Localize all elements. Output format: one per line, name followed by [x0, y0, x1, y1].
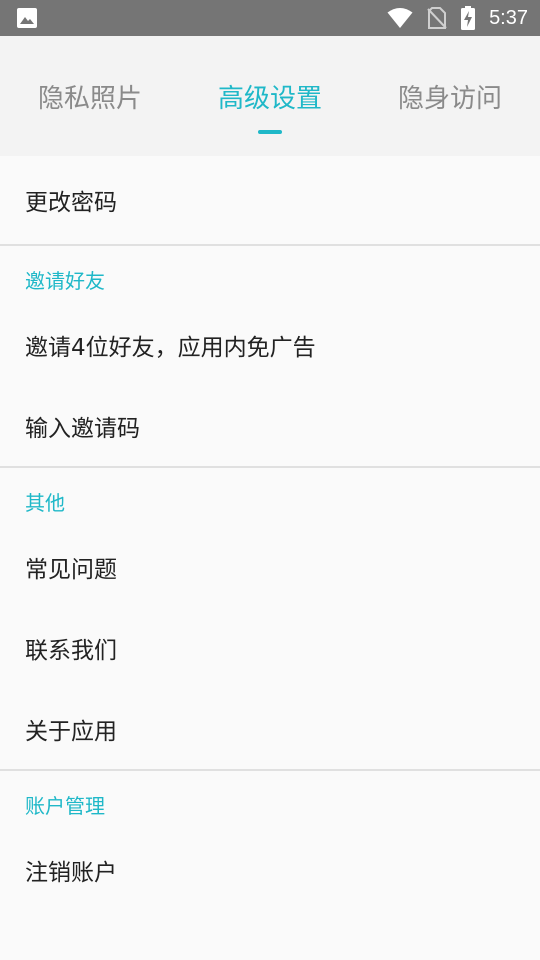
change-password-item[interactable]: 更改密码 — [0, 156, 540, 244]
item-label: 更改密码 — [25, 190, 117, 216]
contact-us-item[interactable]: 联系我们 — [0, 607, 540, 688]
item-label: 输入邀请码 — [25, 415, 140, 442]
item-label: 邀请4位好友，应用内免广告 — [25, 334, 316, 361]
item-label: 联系我们 — [25, 637, 117, 664]
status-time: 5:37 — [489, 6, 528, 29]
section-header-invite: 邀请好友 — [25, 269, 105, 293]
tab-stealth-access[interactable]: 隐身访问 — [360, 36, 540, 156]
wifi-icon — [387, 7, 413, 29]
invite-friends-item[interactable]: 邀请4位好友，应用内免广告 — [0, 304, 540, 385]
tab-label: 高级设置 — [217, 83, 322, 114]
tab-label: 隐身访问 — [397, 83, 502, 114]
image-icon — [16, 7, 38, 29]
section-header-account: 账户管理 — [25, 794, 105, 818]
tab-bar: 隐私照片 高级设置 隐身访问 — [0, 36, 540, 156]
no-sim-icon — [427, 7, 447, 29]
settings-list: 更改密码 邀请好友 邀请4位好友，应用内免广告 输入邀请码 其他 常见问题 联系… — [0, 156, 540, 910]
battery-charging-icon — [461, 6, 476, 30]
tab-advanced-settings[interactable]: 高级设置 — [180, 36, 360, 156]
item-label: 常见问题 — [25, 556, 117, 583]
enter-invite-code-item[interactable]: 输入邀请码 — [0, 385, 540, 466]
about-app-item[interactable]: 关于应用 — [0, 688, 540, 769]
section-header-other: 其他 — [25, 491, 65, 515]
item-label: 关于应用 — [25, 718, 117, 745]
tab-active-indicator — [258, 130, 282, 134]
delete-account-item[interactable]: 注销账户 — [0, 829, 540, 910]
status-bar: 5:37 — [0, 0, 540, 36]
item-label: 注销账户 — [25, 859, 117, 886]
tab-label: 隐私照片 — [37, 83, 142, 114]
tab-private-photos[interactable]: 隐私照片 — [0, 36, 180, 156]
faq-item[interactable]: 常见问题 — [0, 526, 540, 607]
